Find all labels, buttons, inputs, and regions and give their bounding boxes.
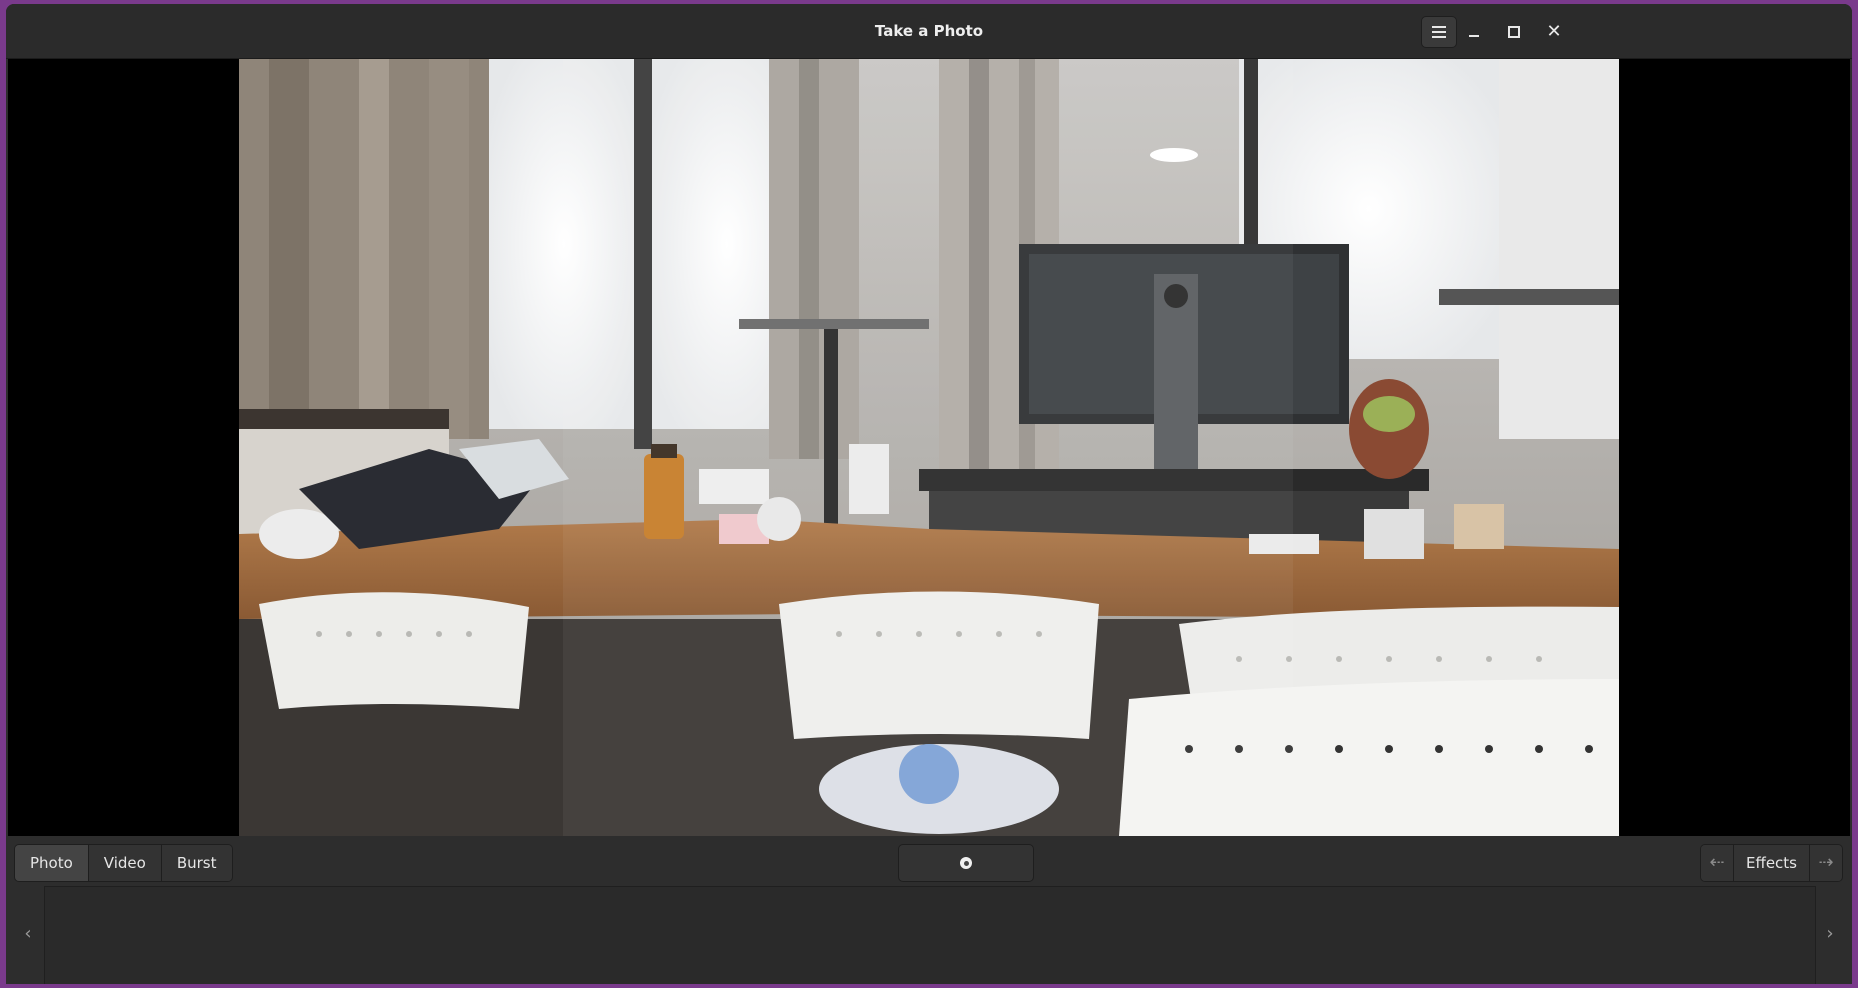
window-title: Take a Photo	[874, 22, 984, 40]
close-icon: ✕	[1546, 21, 1562, 42]
maximize-button[interactable]	[1497, 16, 1531, 48]
thumbnails-prev-button[interactable]: ‹	[18, 922, 38, 946]
bottom-controls: Photo Video Burst ⇠ Effects ⇢ ‹ ›	[6, 836, 1852, 984]
cheese-window: Take a Photo ✕ Photo Video Burst ⇠ Effec…	[6, 4, 1852, 984]
camera-preview	[239, 59, 1619, 836]
photo-mode-button[interactable]: Photo	[15, 845, 89, 881]
effects-control: ⇠ Effects ⇢	[1700, 844, 1843, 882]
effects-button[interactable]: Effects	[1733, 845, 1810, 881]
effects-prev-button[interactable]: ⇠	[1701, 845, 1734, 881]
title-bar: Take a Photo ✕	[6, 4, 1852, 59]
take-photo-button[interactable]	[898, 844, 1034, 882]
effects-next-button[interactable]: ⇢	[1810, 845, 1842, 881]
minimize-icon	[1469, 35, 1479, 37]
burst-mode-button[interactable]: Burst	[161, 845, 232, 881]
camera-viewport	[8, 59, 1850, 836]
chevron-left-icon: ‹	[24, 923, 32, 944]
thumbnails-next-button[interactable]: ›	[1820, 922, 1840, 946]
minimize-button[interactable]	[1457, 16, 1491, 48]
thumbnail-strip[interactable]	[44, 886, 1816, 984]
arrow-right-icon: ⇢	[1818, 852, 1834, 873]
video-mode-button[interactable]: Video	[88, 845, 162, 881]
arrow-left-icon: ⇠	[1709, 852, 1725, 873]
maximize-icon	[1508, 26, 1520, 38]
camera-shutter-icon	[960, 857, 972, 869]
chevron-right-icon: ›	[1826, 923, 1834, 944]
menu-button[interactable]	[1421, 16, 1457, 48]
mode-switcher: Photo Video Burst	[14, 844, 233, 882]
close-button[interactable]: ✕	[1537, 16, 1571, 48]
hamburger-menu-icon	[1432, 26, 1446, 38]
